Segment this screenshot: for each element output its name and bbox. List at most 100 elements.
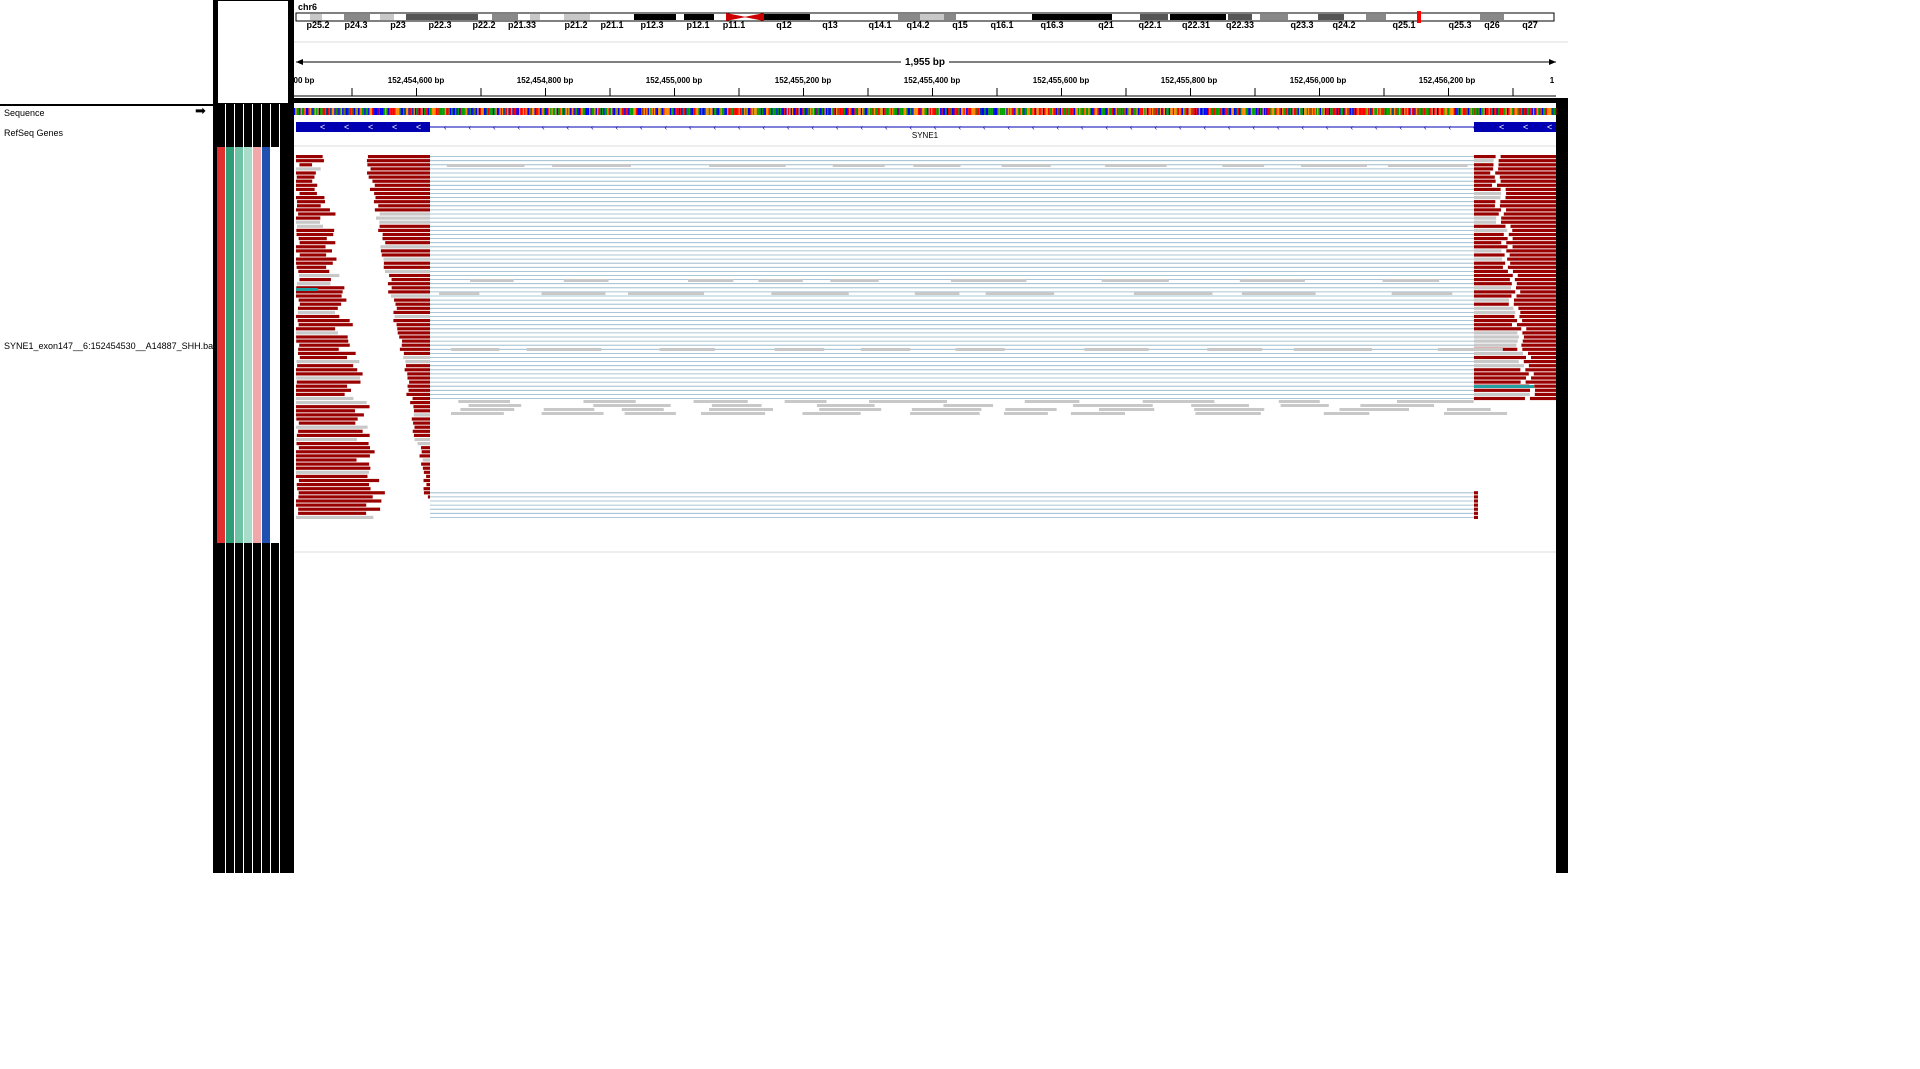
read-segment xyxy=(1505,187,1556,191)
sequence-base xyxy=(1418,108,1420,115)
sequence-base xyxy=(339,108,341,115)
read-segment xyxy=(1474,245,1508,249)
sequence-base xyxy=(654,108,656,115)
sequence-base xyxy=(1075,108,1077,115)
sequence-base xyxy=(348,108,350,115)
sequence-base xyxy=(1148,108,1150,115)
gene-name-label[interactable]: SYNE1 xyxy=(912,131,938,140)
bam-track-label[interactable]: SYNE1_exon147__6:152454530__A14887_SHH.b… xyxy=(4,341,221,351)
read-segment xyxy=(417,442,430,446)
read-segment xyxy=(1474,499,1478,503)
sequence-base xyxy=(1115,108,1117,115)
read-segment xyxy=(1474,286,1511,290)
sequence-base xyxy=(1275,108,1277,115)
clipped-read xyxy=(910,412,980,415)
sequence-base xyxy=(819,108,821,115)
sequence-base xyxy=(955,108,958,115)
clipped-read xyxy=(1239,279,1305,282)
sequence-base xyxy=(344,108,347,115)
sequence-base xyxy=(780,108,782,115)
read-segment xyxy=(1474,179,1496,183)
strand-arrow: ‹ xyxy=(738,123,741,132)
read-segment xyxy=(397,327,430,331)
sequence-base xyxy=(451,108,453,115)
clipped-read xyxy=(1195,412,1261,415)
sequence-base xyxy=(581,108,583,115)
read-segment xyxy=(375,196,430,200)
sequence-base xyxy=(1224,108,1227,115)
alignment-track xyxy=(296,155,1556,519)
clipped-read xyxy=(914,292,960,295)
sequence-base xyxy=(1505,108,1507,115)
data-panel[interactable]: chr6 < < < < < < < < ‹ ‹ ‹ ‹ ‹ ‹ ‹ ‹ ‹ ‹ ‹ ‹ ‹ ‹ ‹ ‹ ‹ ‹ ‹ ‹ ‹ ‹ ‹ ‹ ‹ ‹ ‹… xyxy=(292,0,1568,873)
sequence-base xyxy=(637,108,639,115)
sequence-base xyxy=(316,108,318,115)
sequence-base xyxy=(543,108,545,115)
strand-arrow: ‹ xyxy=(1400,123,1403,132)
right-arrow-icon[interactable]: ➡ xyxy=(195,104,206,117)
strand-arrow: ‹ xyxy=(469,123,472,132)
read-segment xyxy=(421,446,430,450)
sequence-base xyxy=(851,108,854,115)
sequence-base xyxy=(749,108,751,115)
sequence-base xyxy=(983,108,985,115)
clipped-read xyxy=(955,348,1005,351)
sequence-base xyxy=(703,108,705,115)
sequence-base xyxy=(908,108,911,115)
read-segment xyxy=(1521,343,1556,347)
sequence-base xyxy=(838,108,841,115)
sequence-base xyxy=(1136,108,1138,115)
refseq-track-label[interactable]: RefSeq Genes xyxy=(4,128,63,138)
sequence-base xyxy=(671,108,673,115)
read-segment xyxy=(1474,364,1524,368)
read-segment xyxy=(1474,257,1503,261)
sequence-base xyxy=(1010,108,1012,115)
sequence-base xyxy=(1324,108,1327,115)
clipped-read xyxy=(711,404,762,407)
sequence-base xyxy=(524,108,526,115)
read-segment xyxy=(369,187,430,191)
sequence-base xyxy=(793,108,795,115)
ruler-ticks xyxy=(351,88,1514,96)
sequence-base xyxy=(1237,108,1240,115)
sequence-base xyxy=(648,108,651,115)
read-segment xyxy=(1474,290,1516,294)
clipped-read xyxy=(693,400,748,403)
sequence-base xyxy=(1200,108,1202,115)
sequence-base xyxy=(1246,108,1249,115)
clipped-read xyxy=(450,412,504,415)
sequence-track-label[interactable]: Sequence xyxy=(4,108,45,118)
sequence-base xyxy=(620,108,622,115)
sequence-base xyxy=(858,108,860,115)
sequence-base xyxy=(1486,108,1488,115)
sequence-base xyxy=(1406,108,1409,115)
sequence-base xyxy=(1438,108,1440,115)
sequence-base xyxy=(1322,108,1324,115)
sequence-base xyxy=(971,108,973,115)
sequence-base xyxy=(1201,108,1203,115)
read-segment xyxy=(1505,208,1556,212)
sequence-base xyxy=(555,108,557,115)
sequence-base xyxy=(929,108,932,115)
clipped-read xyxy=(1391,292,1453,295)
sequence-base xyxy=(1016,108,1019,115)
sequence-base xyxy=(362,108,365,115)
clipped-read xyxy=(830,279,879,282)
read-segment xyxy=(296,220,320,224)
sequence-base xyxy=(1297,108,1299,115)
sequence-base xyxy=(1170,108,1172,115)
sequence-base xyxy=(773,108,776,115)
sequence-base xyxy=(1296,108,1298,115)
sequence-base xyxy=(416,108,418,115)
sequence-base xyxy=(411,108,413,115)
read-segment xyxy=(1474,200,1496,204)
read-segment xyxy=(298,511,367,515)
sequence-base xyxy=(582,108,584,115)
read-segment xyxy=(1474,380,1521,384)
sequence-base xyxy=(824,108,826,115)
read-segment xyxy=(296,372,363,376)
read-segment xyxy=(390,294,430,298)
sequence-base xyxy=(356,108,358,115)
sequence-base xyxy=(1360,108,1362,115)
sequence-base xyxy=(975,108,977,115)
